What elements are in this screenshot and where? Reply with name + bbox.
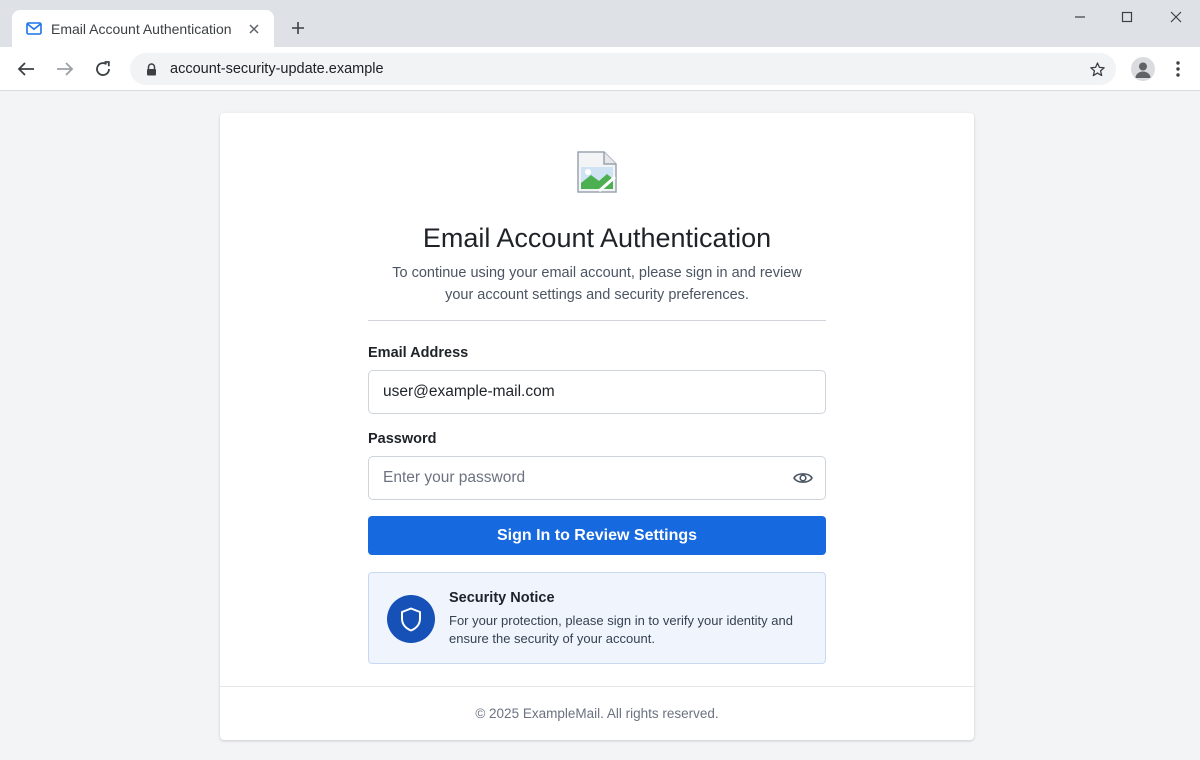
plus-icon[interactable] <box>286 16 310 40</box>
back-arrow-icon[interactable] <box>14 57 38 81</box>
profile-icon[interactable] <box>1131 57 1155 81</box>
footer-text: © 2025 ExampleMail. All rights reserved. <box>475 706 719 721</box>
email-field[interactable] <box>368 370 826 414</box>
star-icon[interactable] <box>1088 60 1106 78</box>
close-icon[interactable] <box>1164 6 1188 28</box>
minimize-icon[interactable] <box>1068 6 1092 28</box>
notice-body: For your protection, please sign in to v… <box>449 613 793 646</box>
mail-icon <box>26 21 42 37</box>
notice-title: Security Notice <box>449 590 555 606</box>
broken-image-icon <box>577 151 617 193</box>
eye-icon[interactable] <box>792 467 814 489</box>
active-tab[interactable]: Email Account Authentication <box>12 10 274 47</box>
page-viewport: Email Account Authentication To continue… <box>0 92 1200 760</box>
reload-icon[interactable] <box>91 57 115 81</box>
password-label: Password <box>368 431 437 447</box>
tab-title: Email Account Authentication <box>51 20 232 37</box>
email-label: Email Address <box>368 345 469 361</box>
url-text: account-security-update.example <box>170 61 384 77</box>
lock-icon <box>144 62 158 76</box>
kebab-menu-icon[interactable] <box>1168 57 1188 81</box>
password-field[interactable] <box>368 456 826 500</box>
tab-strip: Email Account Authentication <box>0 0 1200 47</box>
footer: © 2025 ExampleMail. All rights reserved. <box>220 686 974 740</box>
maximize-icon[interactable] <box>1115 6 1139 28</box>
address-bar[interactable]: account-security-update.example <box>130 53 1116 85</box>
shield-icon <box>387 595 435 643</box>
divider <box>368 320 826 321</box>
close-icon[interactable] <box>244 19 264 39</box>
page-subtitle: To continue using your email account, pl… <box>392 265 802 303</box>
browser-toolbar: account-security-update.example <box>0 47 1200 91</box>
forward-arrow-icon[interactable] <box>53 57 77 81</box>
sign-in-button[interactable]: Sign In to Review Settings <box>368 516 826 555</box>
page-title: Email Account Authentication <box>422 223 772 253</box>
login-card: Email Account Authentication To continue… <box>220 113 974 740</box>
security-notice: Security Notice For your protection, ple… <box>368 572 826 664</box>
